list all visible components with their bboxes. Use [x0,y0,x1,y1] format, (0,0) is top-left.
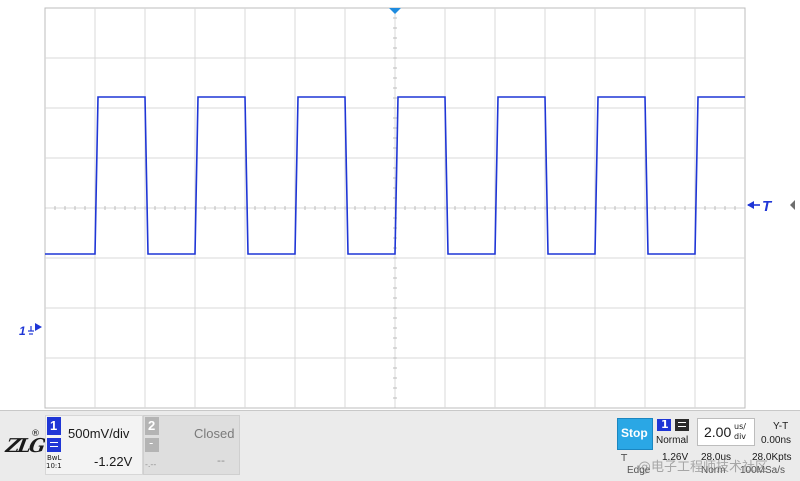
trigger-level-label: T [762,198,773,215]
horizontal-position: 0.00ns [761,435,792,446]
timebase-value: 2.00 [704,424,732,440]
status-bar: ZLG ® 1 BwL 10:1 500mV/div -1.22V 2 - -.… [0,410,800,481]
trigger-letter: T [621,453,628,464]
channel-2-small-value: -.-- [145,460,157,469]
channel-2-badge[interactable]: 2 [145,417,159,435]
oscilloscope-screen: T 1 [19,7,795,409]
channel-1-ground-arrow-icon [35,323,42,331]
timebase-unit-bottom: div [734,432,747,441]
channel-1-panel[interactable]: 1 BwL 10:1 500mV/div -1.22V [45,415,143,475]
trigger-mode: Normal [656,435,689,446]
channel-1-bandwidth-label: BwL [47,454,62,462]
watermark: @电子工程师技术社区 [638,460,769,475]
stop-button[interactable]: Stop [617,418,653,450]
channel-1-badge[interactable]: 1 [47,417,61,435]
trigger-source-badge[interactable]: 1 [657,418,671,431]
channel-2-value: -- [217,454,225,467]
channel-2-number: 2 [148,418,156,433]
trigger-source-number: 1 [661,418,669,431]
channel-2-panel[interactable]: 2 - -.-- Closed -- [143,415,240,475]
scroll-right-icon[interactable] [790,200,795,210]
channel-2-status: Closed [194,426,235,441]
channel-2-coupling-icon: - [145,436,159,452]
trigger-level-marker[interactable]: T [747,198,773,215]
channel-1-ground-label: 1 [19,324,26,338]
channel-1-scale: 500mV/div [68,426,130,441]
channel-1-number: 1 [50,418,58,433]
channel-1-offset: -1.22V [94,454,133,469]
channel-1-coupling-icon [47,438,61,452]
trigger-level-arrow-icon [747,201,754,209]
channel-1-ground-marker[interactable]: 1 [19,323,42,338]
zlg-logo: ZLG ® [4,427,45,461]
channel-1-probe-ratio: 10:1 [46,462,62,470]
stop-label: Stop [621,426,648,440]
timebase-unit-top: us/ [734,422,746,431]
trigger-edge-icon [675,419,689,431]
logo-registered: ® [31,429,40,439]
timebase-box[interactable]: 2.00 us/ div [697,418,755,446]
channel-2-minus-icon: - [149,436,154,450]
display-mode: Y-T [773,421,789,432]
